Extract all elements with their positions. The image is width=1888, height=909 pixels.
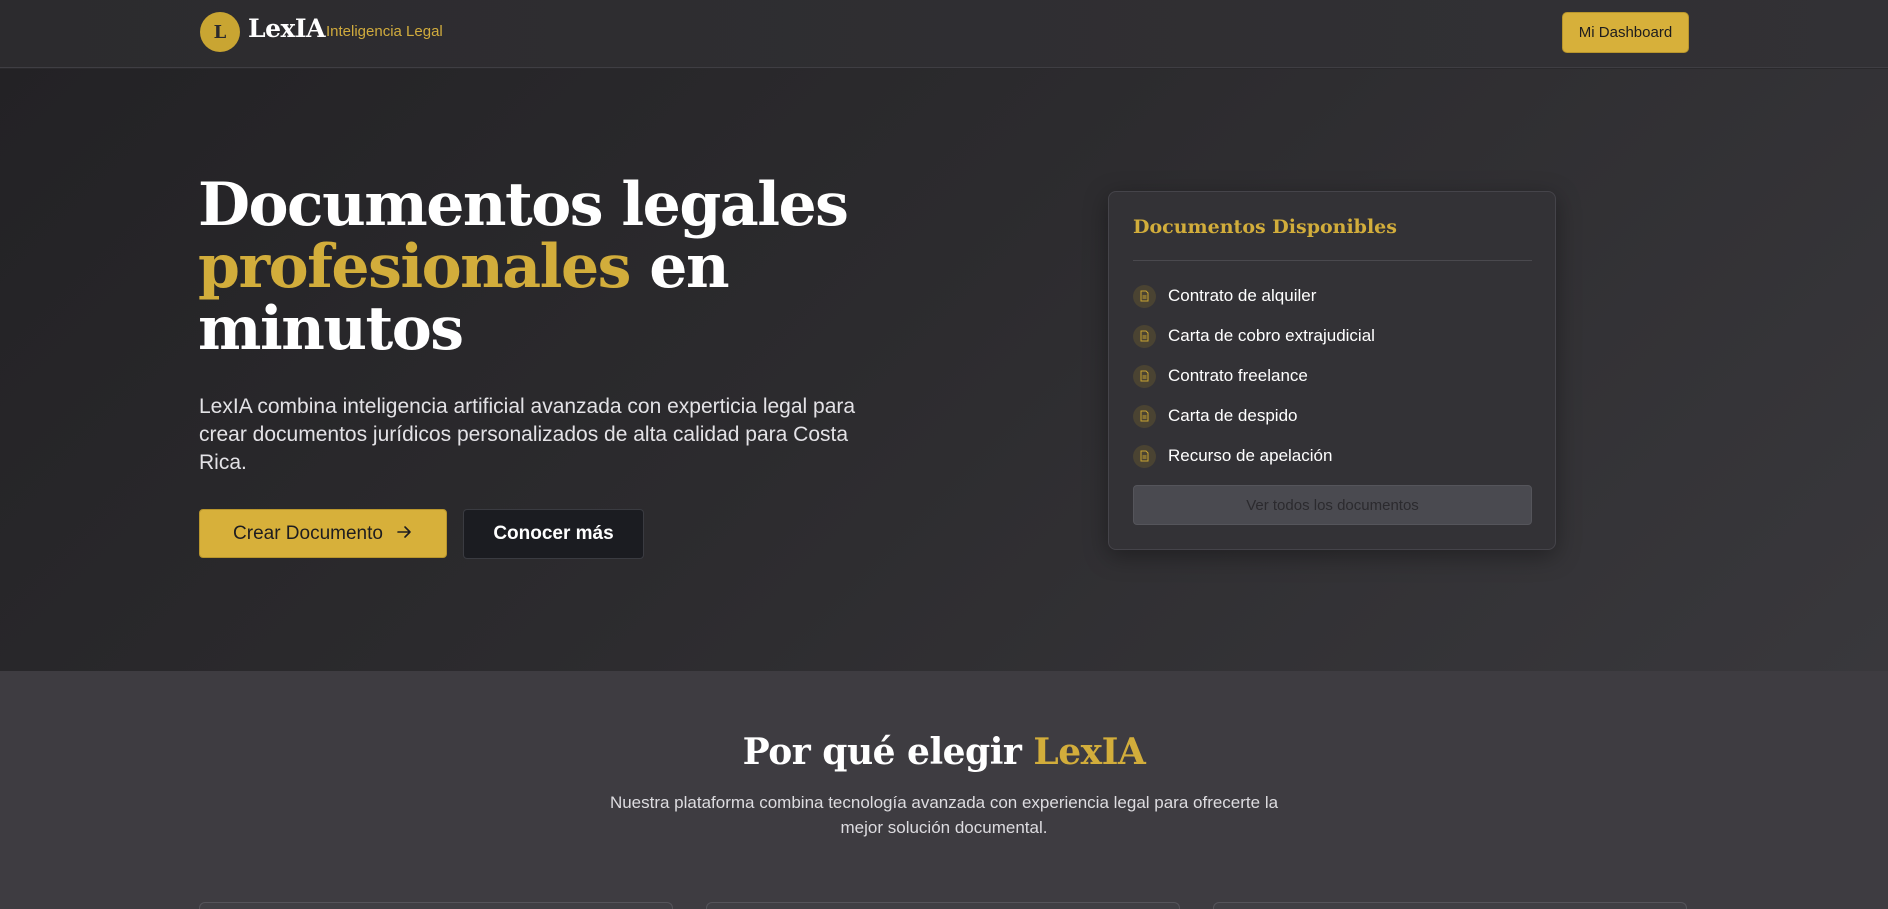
document-icon xyxy=(1133,404,1156,428)
hero-description: LexIA combina inteligencia artificial av… xyxy=(199,395,856,474)
hero-title-line3: minutos xyxy=(198,294,464,364)
dashboard-button[interactable]: Mi Dashboard xyxy=(1562,12,1689,53)
available-documents-card: Documentos Disponibles Contrato de alqui… xyxy=(1108,191,1556,550)
document-icon xyxy=(1133,284,1156,308)
document-item-label: Carta de cobro extrajudicial xyxy=(1168,326,1375,345)
document-item-freelance-contract[interactable]: Contrato freelance xyxy=(1133,356,1533,396)
document-item-collection-letter[interactable]: Carta de cobro extrajudicial xyxy=(1133,316,1533,356)
logo-badge[interactable]: L xyxy=(200,12,240,52)
feature-card xyxy=(1213,902,1687,909)
document-item-rental-contract[interactable]: Contrato de alquiler xyxy=(1133,276,1533,316)
documents-list: Contrato de alquiler Carta de cobro extr… xyxy=(1133,276,1533,476)
document-item-label: Contrato de alquiler xyxy=(1168,286,1317,305)
brand-tagline: Inteligencia Legal xyxy=(326,23,443,40)
brand-name[interactable]: LexIA xyxy=(248,14,325,43)
document-item-appeal[interactable]: Recurso de apelación xyxy=(1133,436,1533,476)
feature-card xyxy=(199,902,673,909)
document-icon xyxy=(1133,444,1156,468)
hero-title-after: en xyxy=(629,232,729,302)
hero-title: Documentos legales profesionales en minu… xyxy=(198,174,898,360)
document-item-label: Contrato freelance xyxy=(1168,366,1308,385)
features-section: Por qué elegir LexIA Nuestra plataforma … xyxy=(0,671,1888,909)
document-icon xyxy=(1133,324,1156,348)
view-all-documents-button[interactable]: Ver todos los documentos xyxy=(1133,485,1532,525)
create-document-label: Crear Documento xyxy=(233,522,383,544)
features-description: Nuestra plataforma combina tecnología av… xyxy=(609,793,1279,837)
learn-more-button[interactable]: Conocer más xyxy=(463,509,644,559)
create-document-button[interactable]: Crear Documento xyxy=(199,509,447,558)
feature-card xyxy=(706,902,1180,909)
arrow-right-icon xyxy=(397,523,413,545)
top-navbar: L LexIA Inteligencia Legal Mi Dashboard xyxy=(0,0,1888,68)
hero-title-line1: Documentos legales xyxy=(198,170,849,240)
document-icon xyxy=(1133,364,1156,388)
card-title: Documentos Disponibles xyxy=(1133,216,1397,238)
features-title: Por qué elegir LexIA xyxy=(0,731,1888,773)
features-title-prefix: Por qué elegir xyxy=(742,731,1034,773)
document-item-dismissal-letter[interactable]: Carta de despido xyxy=(1133,396,1533,436)
features-title-highlight: LexIA xyxy=(1033,731,1146,773)
document-item-label: Recurso de apelación xyxy=(1168,446,1333,465)
hero-section xyxy=(0,69,1888,671)
hero-title-highlight: profesionales xyxy=(198,232,631,302)
card-divider xyxy=(1133,260,1532,261)
document-item-label: Carta de despido xyxy=(1168,406,1298,425)
